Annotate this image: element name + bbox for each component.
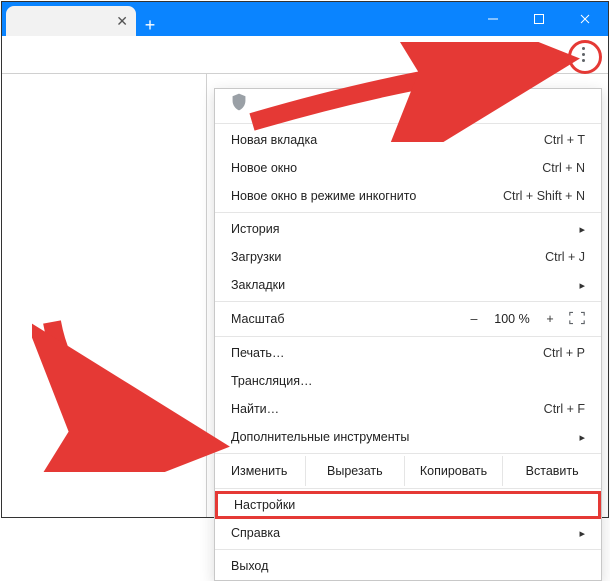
window-maximize-button[interactable] <box>516 2 562 36</box>
zoom-label: Масштаб <box>231 312 461 326</box>
browser-tab[interactable]: ✕ <box>6 6 136 36</box>
menu-item-label: Найти… <box>231 402 279 416</box>
menu-item-label: Печать… <box>231 346 284 360</box>
pane-divider <box>206 74 207 517</box>
toolbar <box>2 36 608 74</box>
menu-item-label: Выход <box>231 559 268 573</box>
edit-cut-button[interactable]: Вырезать <box>305 456 404 486</box>
menu-item-shortcut: Ctrl + F <box>544 402 585 416</box>
menu-item-label: История <box>231 222 279 236</box>
menu-button[interactable] <box>568 40 598 70</box>
menu-item-zoom: Масштаб – 100 % + <box>215 304 601 334</box>
menu-item-more-tools[interactable]: Дополнительные инструменты ▸ <box>215 423 601 451</box>
menu-item-exit[interactable]: Выход <box>215 552 601 580</box>
menu-item-label: Новое окно в режиме инкогнито <box>231 189 416 203</box>
chevron-right-icon: ▸ <box>579 279 585 292</box>
profile-icon[interactable] <box>536 46 554 64</box>
close-icon <box>579 13 591 25</box>
tab-strip: ✕ + <box>2 2 164 36</box>
chevron-right-icon: ▸ <box>579 431 585 444</box>
zoom-in-button[interactable]: + <box>537 312 563 326</box>
main-menu: Новая вкладка Ctrl + T Новое окно Ctrl +… <box>214 88 602 581</box>
menu-item-help[interactable]: Справка ▸ <box>215 519 601 547</box>
edit-label: Изменить <box>215 456 305 486</box>
menu-item-settings[interactable]: Настройки <box>215 491 601 519</box>
menu-item-incognito[interactable]: Новое окно в режиме инкогнито Ctrl + Shi… <box>215 182 601 210</box>
edit-paste-button[interactable]: Вставить <box>502 456 601 486</box>
shield-icon <box>231 93 247 117</box>
chevron-right-icon: ▸ <box>579 527 585 540</box>
fullscreen-button[interactable] <box>569 311 585 328</box>
chevron-right-icon: ▸ <box>579 223 585 236</box>
menu-item-label: Загрузки <box>231 250 281 264</box>
menu-item-new-window[interactable]: Новое окно Ctrl + N <box>215 154 601 182</box>
menu-item-downloads[interactable]: Загрузки Ctrl + J <box>215 243 601 271</box>
window-minimize-button[interactable] <box>470 2 516 36</box>
menu-item-label: Новая вкладка <box>231 133 317 147</box>
menu-item-shortcut: Ctrl + J <box>545 250 585 264</box>
menu-item-edit: Изменить Вырезать Копировать Вставить <box>215 456 601 486</box>
menu-item-shortcut: Ctrl + T <box>544 133 585 147</box>
menu-item-label: Новое окно <box>231 161 297 175</box>
new-tab-button[interactable]: + <box>136 15 164 36</box>
menu-item-cast[interactable]: Трансляция… <box>215 367 601 395</box>
maximize-icon <box>533 13 545 25</box>
menu-item-shortcut: Ctrl + P <box>543 346 585 360</box>
kebab-icon <box>582 46 585 64</box>
menu-item-print[interactable]: Печать… Ctrl + P <box>215 339 601 367</box>
menu-item-bookmarks[interactable]: Закладки ▸ <box>215 271 601 299</box>
star-icon[interactable] <box>504 46 522 64</box>
menu-item-label: Закладки <box>231 278 285 292</box>
menu-item-label: Справка <box>231 526 280 540</box>
close-icon[interactable]: ✕ <box>116 13 128 30</box>
window-titlebar: ✕ + <box>2 2 608 36</box>
menu-item-label: Дополнительные инструменты <box>231 430 409 444</box>
menu-item-history[interactable]: История ▸ <box>215 215 601 243</box>
zoom-out-button[interactable]: – <box>461 312 487 326</box>
menu-item-shortcut: Ctrl + N <box>542 161 585 175</box>
menu-item-find[interactable]: Найти… Ctrl + F <box>215 395 601 423</box>
fullscreen-icon <box>569 311 585 325</box>
menu-item-label: Настройки <box>234 498 295 512</box>
minimize-icon <box>487 13 499 25</box>
menu-item-shortcut: Ctrl + Shift + N <box>503 189 585 203</box>
menu-item-new-tab[interactable]: Новая вкладка Ctrl + T <box>215 126 601 154</box>
plus-icon: + <box>145 15 156 36</box>
zoom-value: 100 % <box>487 312 537 326</box>
window-close-button[interactable] <box>562 2 608 36</box>
menu-item-label: Трансляция… <box>231 374 312 388</box>
edit-copy-button[interactable]: Копировать <box>404 456 503 486</box>
